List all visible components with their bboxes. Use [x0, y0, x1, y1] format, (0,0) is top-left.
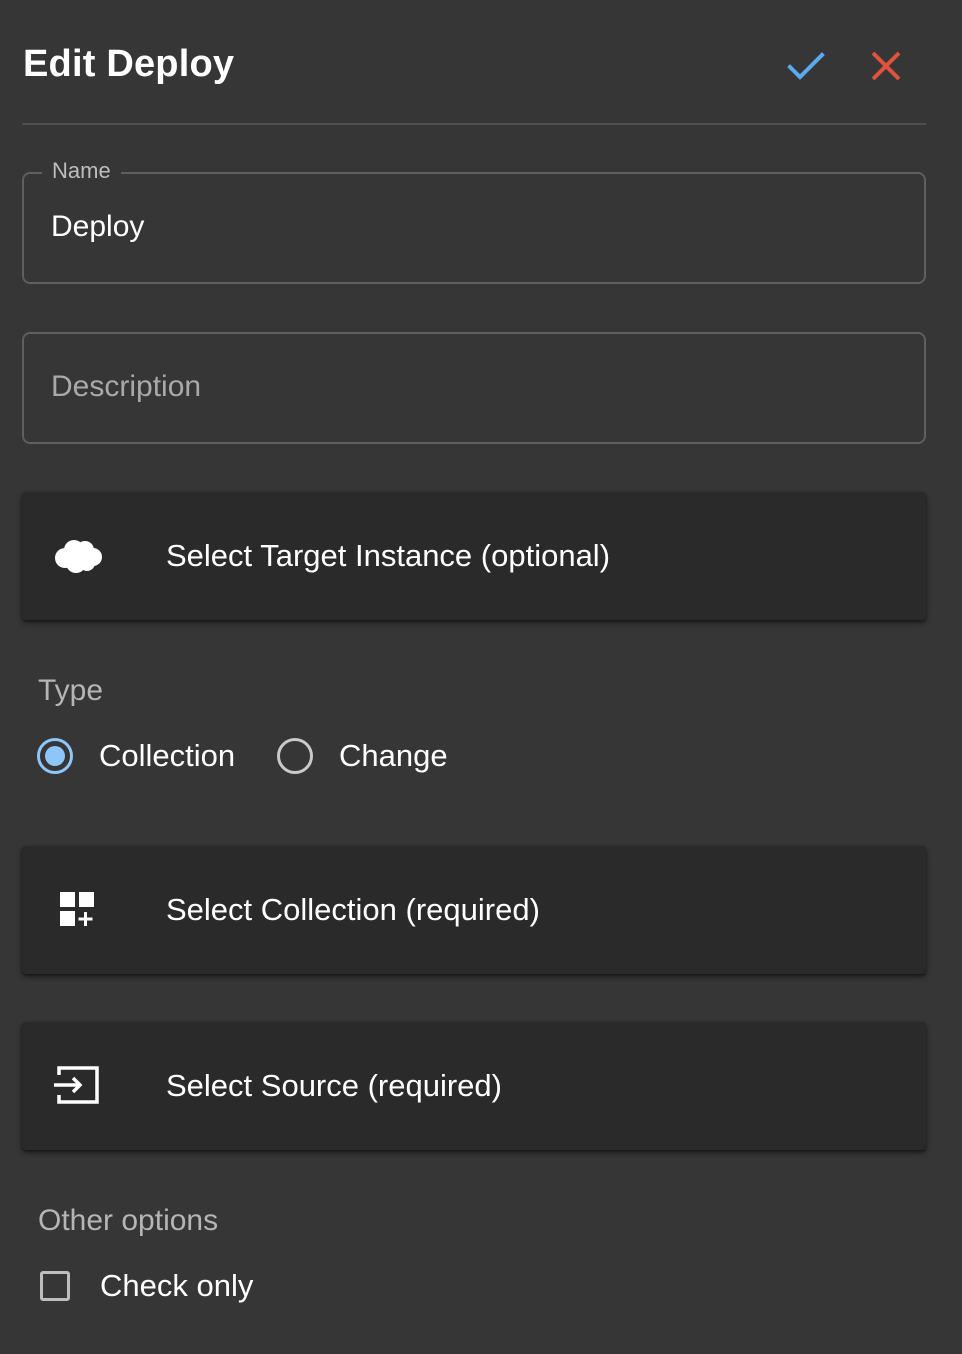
close-button[interactable]	[866, 46, 906, 86]
other-options-label: Other options	[38, 1204, 219, 1237]
checkbox-unchecked-icon[interactable]	[40, 1271, 70, 1301]
radio-change-label: Change	[339, 738, 448, 773]
name-field[interactable]: Name Deploy	[22, 158, 926, 284]
check-only-label: Check only	[100, 1268, 254, 1303]
confirm-button[interactable]	[786, 46, 826, 86]
radio-change[interactable]: Change	[277, 734, 448, 778]
radio-checked-icon[interactable]	[37, 738, 73, 774]
select-source-label: Select Source (required)	[166, 1068, 502, 1103]
name-field-label: Name	[42, 158, 121, 184]
description-placeholder[interactable]: Description	[51, 370, 201, 404]
select-target-instance-button[interactable]: Select Target Instance (optional)	[22, 492, 926, 620]
input-icon	[54, 1066, 99, 1104]
cloud-icon	[55, 540, 102, 573]
radio-unchecked-icon[interactable]	[277, 738, 313, 774]
close-icon	[871, 51, 901, 81]
check-only-option[interactable]: Check only	[40, 1264, 253, 1308]
select-collection-button[interactable]: Select Collection (required)	[22, 846, 926, 974]
name-field-value[interactable]: Deploy	[51, 210, 144, 244]
type-label: Type	[38, 674, 104, 707]
dialog-title: Edit Deploy	[23, 43, 235, 85]
radio-collection-label: Collection	[99, 738, 236, 773]
select-target-instance-label: Select Target Instance (optional)	[166, 538, 611, 573]
select-source-button[interactable]: Select Source (required)	[22, 1022, 926, 1150]
select-collection-label: Select Collection (required)	[166, 892, 540, 927]
check-icon	[787, 52, 825, 80]
radio-collection[interactable]: Collection	[37, 734, 235, 778]
add-widget-icon	[60, 892, 94, 926]
dialog-header: Edit Deploy	[22, 0, 926, 125]
description-field[interactable]: Description	[22, 332, 926, 444]
